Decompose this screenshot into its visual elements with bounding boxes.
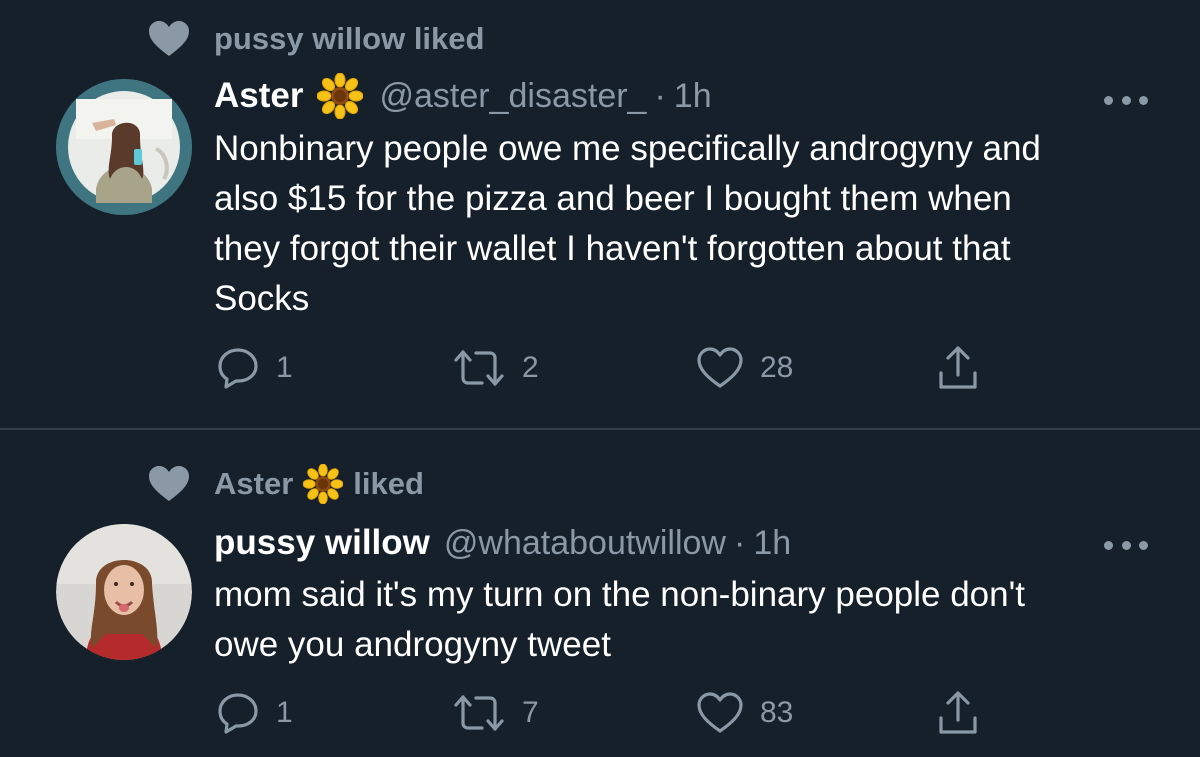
avatar[interactable]	[56, 79, 192, 215]
timeline-feed: pussy willow liked Aster @aster_disaster…	[0, 0, 1200, 757]
more-options-icon[interactable]	[1104, 538, 1148, 552]
avatar[interactable]	[56, 524, 192, 660]
retweet-count: 7	[522, 696, 539, 729]
retweet-icon	[454, 695, 504, 731]
tweet-timestamp[interactable]: 1h	[674, 77, 712, 116]
tweet-header: Aster @aster_disaster_ · 1h	[214, 71, 712, 121]
tweet[interactable]: Aster liked pussy willow @whataboutwillo…	[0, 430, 1200, 757]
tweet-text: Nonbinary people owe me specifically and…	[214, 129, 1041, 318]
social-context-name: Aster	[214, 466, 294, 501]
social-context: pussy willow liked	[148, 17, 484, 61]
sunflower-emoji-icon	[317, 73, 364, 119]
like-button[interactable]: 28	[696, 343, 793, 393]
tweet-actions: 1 2 28	[216, 343, 996, 393]
retweet-button[interactable]: 2	[452, 343, 539, 393]
avatar-photo	[56, 524, 192, 660]
reply-icon	[218, 348, 258, 389]
tweet-actions: 1 7 83	[216, 688, 996, 738]
sunflower-emoji-icon	[303, 464, 344, 504]
like-count: 83	[760, 696, 794, 729]
retweet-count: 2	[522, 351, 539, 384]
like-button[interactable]: 83	[696, 688, 793, 738]
like-count: 28	[760, 351, 794, 384]
reply-icon	[218, 693, 258, 734]
reply-button[interactable]: 1	[216, 688, 293, 738]
reply-count: 1	[276, 696, 293, 729]
heart-filled-icon	[149, 21, 189, 56]
share-button[interactable]	[936, 343, 980, 393]
social-context-suffix: liked	[353, 466, 424, 501]
author-handle[interactable]: @whataboutwillow	[444, 524, 726, 563]
share-button[interactable]	[936, 688, 980, 738]
heart-outline-icon	[697, 347, 743, 388]
tweet-header: pussy willow @whataboutwillow · 1h	[214, 518, 791, 568]
share-icon	[939, 346, 977, 389]
social-context-label[interactable]: pussy willow liked	[214, 21, 484, 57]
tweet[interactable]: pussy willow liked Aster @aster_disaster…	[0, 0, 1200, 428]
social-context-label[interactable]: Aster liked	[214, 464, 424, 504]
avatar-photo	[56, 79, 192, 215]
heart-filled-icon	[149, 466, 189, 501]
heart-outline-icon	[697, 692, 743, 733]
retweet-button[interactable]: 7	[452, 688, 539, 738]
author-handle[interactable]: @aster_disaster_	[379, 77, 646, 116]
separator-dot: ·	[654, 76, 666, 115]
retweet-icon	[454, 350, 504, 386]
more-options-icon[interactable]	[1104, 93, 1148, 107]
reply-count: 1	[276, 351, 293, 384]
separator-dot: ·	[733, 523, 746, 562]
author-display-name[interactable]: Aster	[214, 76, 303, 116]
share-icon	[939, 691, 977, 734]
tweet-text: mom said it's my turn on the non-binary …	[214, 575, 1026, 664]
tweet-timestamp[interactable]: 1h	[753, 524, 791, 563]
social-context: Aster liked	[148, 462, 424, 506]
author-display-name[interactable]: pussy willow	[214, 523, 430, 563]
reply-button[interactable]: 1	[216, 343, 293, 393]
